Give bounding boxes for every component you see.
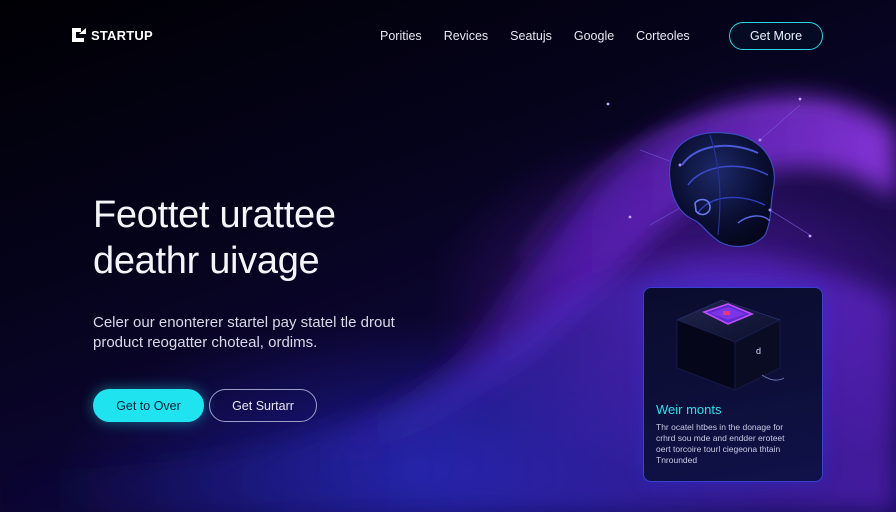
hero-subtitle-line-1: Celer our enonterer startel pay statel t… — [93, 314, 395, 331]
hero-subtitle-line-2: product reogatter choteal, ordims. — [93, 334, 318, 351]
brand-name: STARTUP — [91, 27, 153, 43]
nav-link-revices[interactable]: Revices — [444, 29, 488, 43]
get-more-button[interactable]: Get More — [729, 22, 823, 50]
get-to-over-button[interactable]: Get to Over — [93, 389, 204, 422]
startup-logo-icon — [72, 28, 86, 42]
card-body-line-2: crhrd sou mde and endder eroteet — [656, 433, 785, 443]
helmet-icon — [640, 104, 811, 248]
brand-logo[interactable]: STARTUP — [70, 26, 153, 44]
card-body: Thr ocatel htbes in the donage for crhrd… — [656, 422, 816, 466]
card-title: Weir monts — [656, 402, 722, 417]
hero-title-line-2: deathr uivage — [93, 240, 320, 282]
hero-title-line-1: Feottet urattee — [93, 194, 336, 236]
device-box-icon: d — [675, 299, 785, 391]
nav-link-porities[interactable]: Porities — [380, 29, 422, 43]
card-body-line-4: Tnrounded — [656, 455, 698, 465]
nav-link-seatujs[interactable]: Seatujs — [510, 29, 552, 43]
hero-title: Feottet urattee deathr uivage — [93, 192, 433, 284]
feature-card[interactable]: d Weir monts Thr ocatel htbes in the don… — [643, 287, 823, 482]
svg-text:d: d — [756, 346, 761, 356]
nav-link-corteoles[interactable]: Corteoles — [636, 29, 690, 43]
get-surtarr-button[interactable]: Get Surtarr — [209, 389, 317, 422]
card-body-line-1: Thr ocatel htbes in the donage for — [656, 422, 784, 432]
top-navigation: STARTUP Porities Revices Seatujs Google … — [0, 0, 896, 72]
nav-links: Porities Revices Seatujs Google Corteole… — [380, 29, 712, 43]
card-body-line-3: oert torcoire tourl ciegeona thtain — [656, 444, 781, 454]
nav-link-google[interactable]: Google — [574, 29, 614, 43]
hero-subtitle: Celer our enonterer startel pay statel t… — [93, 313, 413, 353]
